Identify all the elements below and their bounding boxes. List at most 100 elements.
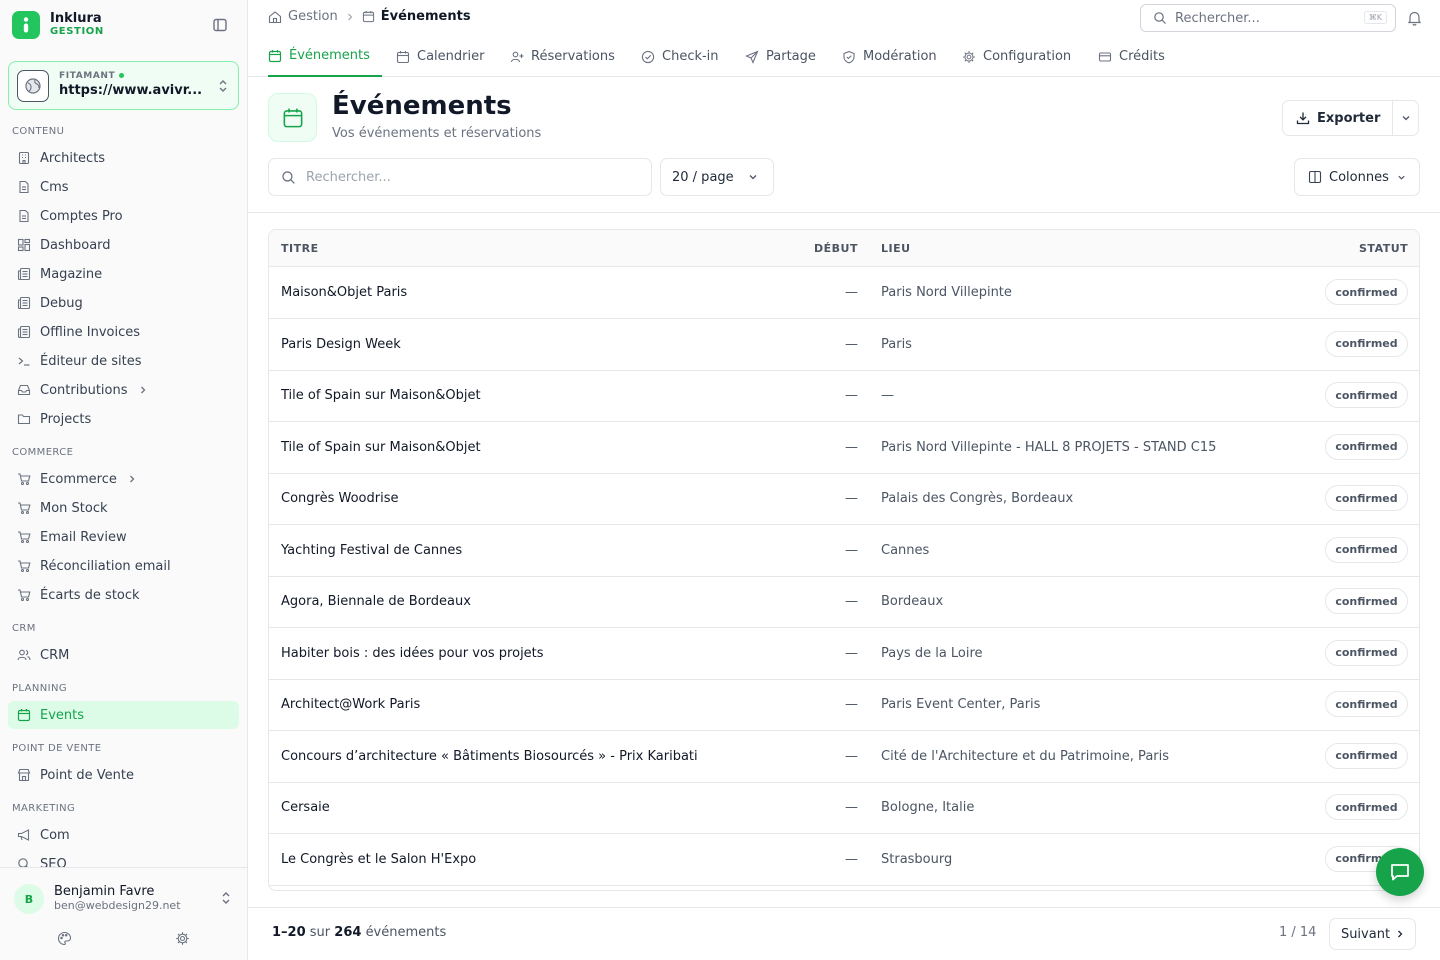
event-start: — — [845, 439, 858, 455]
tab-evenements[interactable]: Événements — [268, 36, 382, 77]
table-row[interactable]: Yachting Festival de Cannes — Cannes confir… — [269, 525, 1419, 577]
table-row[interactable]: Architect@Work Paris — Paris Event Center,… — [269, 679, 1419, 731]
nav-section-title: PLANNING — [12, 683, 68, 694]
sidebar-item-architects[interactable]: Architects — [8, 144, 239, 172]
table-row[interactable]: Tile of Spain sur Maison&Objet — Paris Nor… — [269, 422, 1419, 474]
table-row[interactable]: Habiter bois : des idées pour vos projet… — [269, 628, 1419, 680]
page-indicator: 1 / 14 — [1279, 925, 1317, 940]
sidebar-item-label: Debug — [40, 295, 83, 311]
send-icon — [745, 49, 759, 64]
sidebar-item-projects[interactable]: Projects — [8, 405, 239, 433]
sidebar-item-offline-invoices[interactable]: Offline Invoices — [8, 318, 239, 346]
sidebar-item-seo[interactable]: SEO — [8, 850, 239, 868]
tab-calendrier[interactable]: Calendrier — [396, 36, 484, 77]
user-email: ben@webdesign29.net — [54, 899, 181, 912]
nav-section-title: MARKETING — [12, 803, 76, 814]
cart-icon — [17, 472, 31, 486]
table-row[interactable]: Maison&Objet Paris — Paris Nord Villepinte… — [269, 267, 1419, 319]
sidebar-item-editeur-de-sites[interactable]: Éditeur de sites — [8, 347, 239, 375]
column-header-place[interactable]: LIEU — [881, 242, 911, 255]
tab-configuration[interactable]: Configuration — [962, 36, 1071, 77]
home-icon[interactable] — [268, 10, 282, 24]
export-button-group: Exporter — [1282, 100, 1419, 136]
next-page-button[interactable]: Suivant — [1329, 918, 1416, 950]
divider — [248, 212, 1440, 213]
event-title: Paris Design Week — [281, 336, 401, 352]
breadcrumb-root[interactable]: Gestion — [288, 9, 338, 24]
page-title: Événements — [332, 91, 512, 121]
gear-icon[interactable] — [175, 931, 190, 946]
calendar-icon — [362, 10, 375, 23]
sidebar-item-crm[interactable]: CRM — [8, 641, 239, 669]
palette-icon[interactable] — [57, 931, 72, 946]
user-menu[interactable]: B Benjamin Favre ben@webdesign29.net — [0, 867, 247, 960]
store-icon — [17, 768, 31, 782]
table-row[interactable]: Cersaie — Bologne, Italie confirmed — [269, 782, 1419, 834]
sidebar-item-comptes-pro[interactable]: Comptes Pro — [8, 202, 239, 230]
global-search-input[interactable]: Rechercher... ⌘K — [1140, 4, 1396, 32]
search-icon — [281, 170, 296, 185]
sidebar-item-com[interactable]: Com — [8, 821, 239, 849]
sidebar-item-point-de-vente[interactable]: Point de Vente — [8, 761, 239, 789]
event-start: — — [845, 748, 858, 764]
event-start: — — [845, 285, 858, 300]
sidebar-item-label: Comptes Pro — [40, 208, 123, 224]
site-selector[interactable]: FITAMANT https://www.avivr... — [8, 61, 239, 110]
table-row[interactable]: Agora, Biennale de Bordeaux — Bordeaux conf… — [269, 576, 1419, 628]
event-place: Bordeaux — [881, 594, 944, 609]
sidebar-item-cms[interactable]: Cms — [8, 173, 239, 201]
folder-icon — [17, 412, 31, 426]
sidebar-item-reconciliation-email[interactable]: Réconciliation email — [8, 552, 239, 580]
table-row[interactable]: Congrès Woodrise — Palais des Congrès, Bor… — [269, 473, 1419, 525]
sidebar-item-ecommerce[interactable]: Ecommerce — [8, 465, 239, 493]
sidebar-item-mon-stock[interactable]: Mon Stock — [8, 494, 239, 522]
event-search-input[interactable]: Rechercher... — [268, 158, 652, 196]
tab-reservations[interactable]: Réservations — [510, 36, 615, 77]
event-place: — — [881, 388, 894, 403]
sidebar-item-label: Offline Invoices — [40, 324, 141, 340]
toggle-sidebar-icon[interactable] — [212, 17, 228, 33]
tab-check-in[interactable]: Check-in — [641, 36, 719, 77]
column-header-status[interactable]: STATUT — [1359, 242, 1408, 255]
event-start: — — [845, 697, 858, 712]
sidebar-item-events[interactable]: Events — [8, 701, 239, 729]
nav-section-title: COMMERCE — [12, 447, 74, 458]
table-row[interactable]: Paris Design Week — Paris confirmed — [269, 319, 1419, 371]
per-page-select[interactable]: 20 / page — [660, 158, 774, 196]
megaphone-icon — [17, 828, 31, 842]
inklura-logo-icon[interactable] — [12, 11, 40, 39]
event-place: Pays de la Loire — [881, 645, 983, 661]
table-row[interactable]: Tile of Spain sur Maison&Objet — — confirme… — [269, 370, 1419, 422]
event-start: — — [845, 851, 858, 867]
export-button[interactable]: Exporter — [1283, 101, 1392, 135]
sidebar-item-ecarts-de-stock[interactable]: Écarts de stock — [8, 581, 239, 609]
per-page-value: 20 / page — [672, 169, 734, 185]
users-icon — [17, 648, 31, 662]
event-title: Tile of Spain sur Maison&Objet — [281, 388, 481, 403]
chat-support-button[interactable] — [1376, 848, 1424, 896]
event-title: Architect@Work Paris — [281, 697, 421, 712]
sidebar-item-magazine[interactable]: Magazine — [8, 260, 239, 288]
sidebar-item-debug[interactable]: Debug — [8, 289, 239, 317]
chevron-down-icon — [748, 172, 758, 182]
table-row[interactable]: Concours d’architecture « Bâtiments Bios… — [269, 731, 1419, 783]
column-header-title[interactable]: TITRE — [281, 242, 319, 255]
columns-button[interactable]: Colonnes — [1294, 158, 1420, 196]
tab-partage[interactable]: Partage — [745, 36, 816, 77]
sidebar-item-email-review[interactable]: Email Review — [8, 523, 239, 551]
newspaper-icon — [17, 325, 31, 339]
check-circle-icon — [641, 50, 655, 64]
tab-label: Partage — [766, 49, 816, 64]
table-row[interactable]: Le Congrès et le Salon H'Expo — Strasbourg… — [269, 834, 1419, 886]
bell-icon[interactable] — [1407, 10, 1422, 26]
sidebar-item-dashboard[interactable]: Dashboard — [8, 231, 239, 259]
sidebar-item-label: Architects — [40, 150, 106, 166]
sidebar-item-contributions[interactable]: Contributions — [8, 376, 239, 404]
cart-icon — [17, 559, 31, 573]
column-header-start[interactable]: DÉBUT — [814, 242, 858, 255]
newspaper-icon — [17, 296, 31, 310]
tab-credits[interactable]: Crédits — [1098, 36, 1165, 77]
calendar-icon — [17, 708, 31, 722]
export-options-button[interactable] — [1393, 101, 1419, 135]
tab-moderation[interactable]: Modération — [842, 36, 937, 77]
